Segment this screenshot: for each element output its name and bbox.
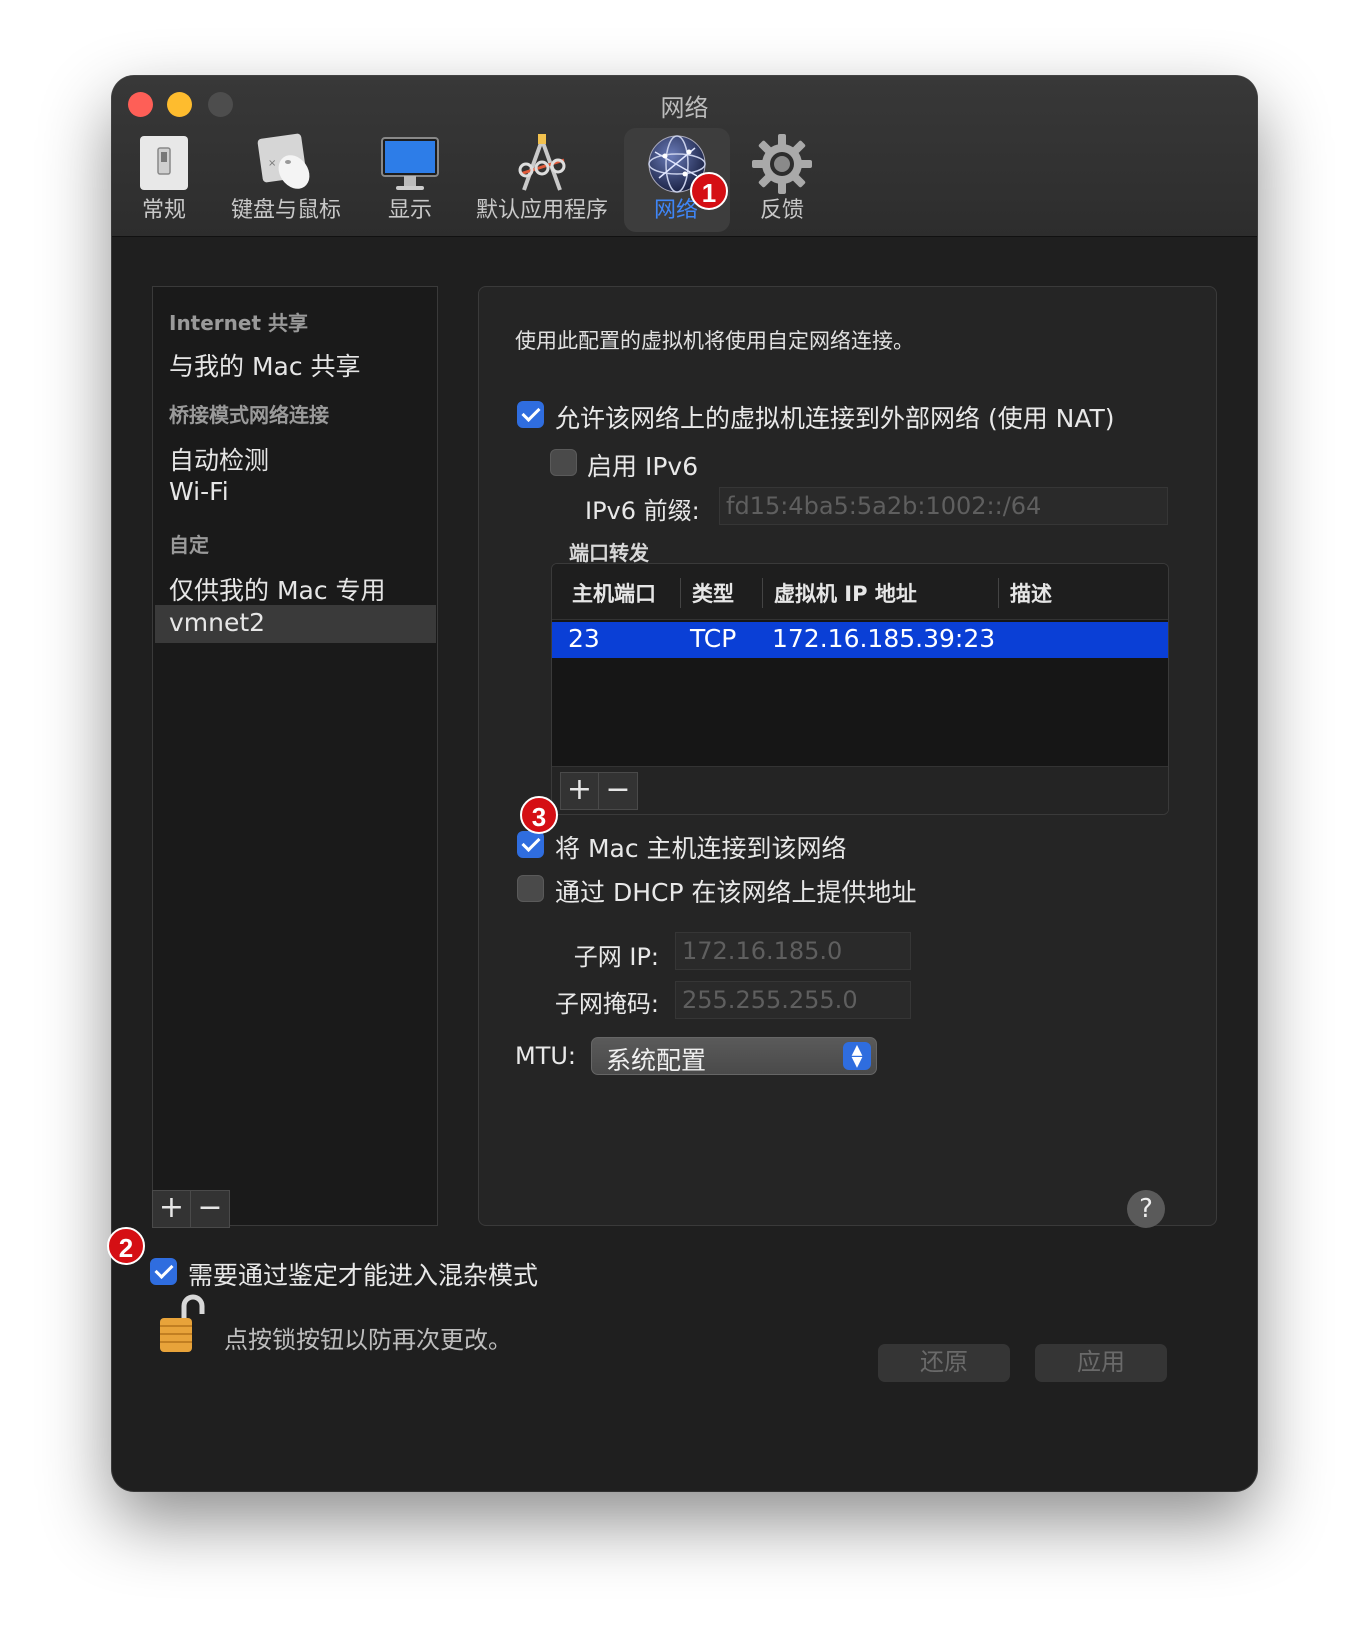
port-forward-add-button[interactable]: +	[561, 773, 599, 809]
column-separator	[998, 578, 999, 608]
table-row[interactable]: 23 TCP 172.16.185.39:23	[552, 622, 1168, 658]
subnet-ip-field[interactable]: 172.16.185.0	[675, 932, 911, 970]
network-settings-panel: 使用此配置的虚拟机将使用自定网络连接。 允许该网络上的虚拟机连接到外部网络 (使…	[478, 286, 1217, 1226]
tab-display[interactable]: 显示	[368, 128, 452, 232]
annotation-badge-3: 3	[520, 796, 558, 834]
sidebar-item-share-with-mac[interactable]: 与我的 Mac 共享	[169, 347, 361, 383]
nat-checkbox[interactable]	[517, 401, 544, 428]
apply-button[interactable]: 应用	[1035, 1344, 1167, 1382]
tab-keyboard-mouse[interactable]: × 键盘与鼠标	[224, 128, 348, 232]
port-forward-label: 端口转发	[569, 541, 649, 565]
dhcp-label: 通过 DHCP 在该网络上提供地址	[555, 878, 917, 907]
cell-vm-ip: 172.16.185.39:23	[772, 624, 996, 653]
port-forward-remove-button[interactable]: −	[599, 773, 637, 809]
table-footer: + −	[552, 766, 1168, 814]
chevron-up-down-icon: ▲ ▼	[843, 1042, 871, 1070]
connect-host-checkbox[interactable]	[517, 831, 544, 858]
ipv6-prefix-label: IPv6 前缀:	[585, 497, 700, 525]
mtu-select-value: 系统配置	[606, 1046, 707, 1075]
tab-default-apps-label: 默认应用程序	[475, 198, 608, 223]
column-host-port[interactable]: 主机端口	[572, 578, 656, 608]
sidebar-item-autodetect[interactable]: 自动检测	[169, 441, 269, 477]
monitor-icon	[381, 137, 439, 190]
sidebar-item-vmnet2[interactable]: vmnet2	[155, 605, 436, 643]
sidebar-item-vmnet2-label: vmnet2	[169, 608, 266, 637]
panel-description: 使用此配置的虚拟机将使用自定网络连接。	[515, 329, 914, 353]
column-separator	[680, 578, 681, 608]
annotation-badge-1: 1	[690, 172, 728, 210]
column-description[interactable]: 描述	[1010, 578, 1052, 608]
ipv6-prefix-field[interactable]: fd15:4ba5:5a2b:1002::/64	[719, 487, 1168, 525]
tab-general-label: 常规	[141, 198, 186, 223]
app-tools-icon	[518, 134, 566, 191]
network-add-remove: + −	[152, 1190, 230, 1228]
subnet-ip-label: 子网 IP:	[573, 943, 659, 971]
subnet-mask-label: 子网掩码:	[554, 990, 659, 1018]
titlebar: 网络 常规 × 键盘与鼠标 显示 默认应用程序 网络 反馈	[112, 76, 1257, 237]
port-forward-table: 主机端口 类型 虚拟机 IP 地址 描述 23 TCP 172.16.185.3…	[551, 563, 1169, 815]
mtu-select[interactable]: 系统配置 ▲ ▼	[591, 1037, 877, 1075]
dhcp-checkbox[interactable]	[517, 875, 544, 902]
column-separator	[762, 578, 763, 608]
nat-label: 允许该网络上的虚拟机连接到外部网络 (使用 NAT)	[555, 404, 1115, 433]
switch-icon	[140, 136, 188, 190]
sidebar-section-bridged: 桥接模式网络连接	[169, 403, 329, 427]
ipv6-label: 启用 IPv6	[587, 452, 699, 481]
network-add-button[interactable]: +	[153, 1191, 191, 1227]
tab-feedback-label: 反馈	[759, 198, 804, 223]
lock-hint-text: 点按锁按钮以防再次更改。	[224, 1326, 512, 1354]
cell-type: TCP	[690, 624, 737, 653]
help-button[interactable]: ?	[1127, 1190, 1165, 1228]
mtu-label: MTU:	[515, 1042, 577, 1070]
promiscuous-label: 需要通过鉴定才能进入混杂模式	[188, 1261, 539, 1290]
unlocked-padlock-icon[interactable]	[156, 1294, 206, 1354]
tab-default-apps[interactable]: 默认应用程序	[474, 128, 610, 232]
network-remove-button[interactable]: −	[191, 1191, 229, 1227]
gear-icon	[752, 134, 812, 194]
promiscuous-checkbox[interactable]	[150, 1258, 177, 1285]
revert-button[interactable]: 还原	[878, 1344, 1010, 1382]
cell-host-port: 23	[568, 624, 600, 653]
preferences-window: 网络 常规 × 键盘与鼠标 显示 默认应用程序 网络 反馈 Internet 共…	[112, 76, 1257, 1491]
tab-feedback[interactable]: 反馈	[742, 128, 822, 232]
sidebar-item-wifi[interactable]: Wi-Fi	[169, 477, 229, 506]
table-header: 主机端口 类型 虚拟机 IP 地址 描述	[552, 564, 1168, 620]
column-vm-ip[interactable]: 虚拟机 IP 地址	[774, 578, 917, 608]
svg-text:×: ×	[268, 158, 276, 169]
port-forward-add-remove: + −	[560, 772, 638, 810]
subnet-mask-field[interactable]: 255.255.255.0	[675, 981, 911, 1019]
annotation-badge-2: 2	[107, 1227, 145, 1265]
network-sidebar: Internet 共享 与我的 Mac 共享 桥接模式网络连接 自动检测 Wi-…	[152, 286, 438, 1226]
sidebar-section-custom: 自定	[169, 533, 209, 557]
tab-keyboard-mouse-label: 键盘与鼠标	[230, 198, 341, 223]
sidebar-section-internet: Internet 共享	[169, 311, 308, 335]
window-title: 网络	[660, 94, 709, 122]
tab-general[interactable]: 常规	[128, 128, 200, 232]
connect-host-label: 将 Mac 主机连接到该网络	[555, 834, 847, 863]
sidebar-item-private-mac[interactable]: 仅供我的 Mac 专用	[169, 571, 386, 607]
ipv6-checkbox[interactable]	[550, 449, 577, 476]
tab-display-label: 显示	[387, 198, 432, 223]
column-type[interactable]: 类型	[692, 578, 734, 608]
keyboard-mouse-icon: ×	[257, 133, 310, 189]
